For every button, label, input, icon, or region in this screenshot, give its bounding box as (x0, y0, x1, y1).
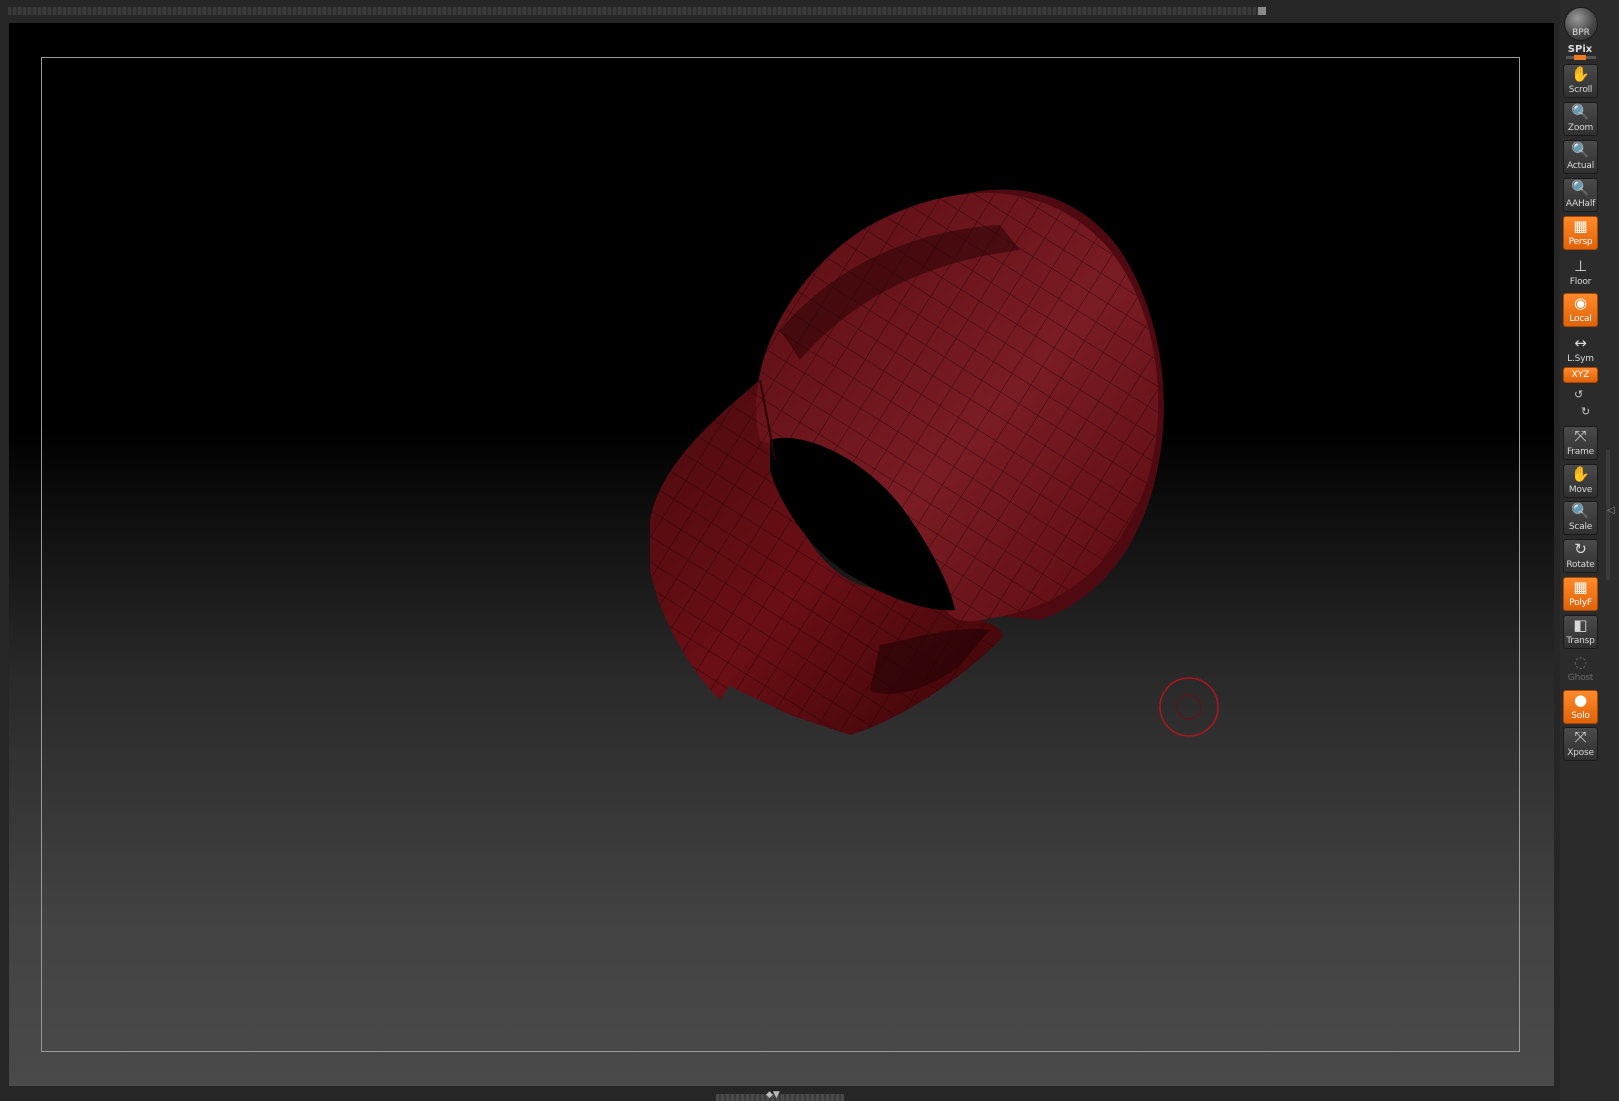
move-button[interactable]: ✋ Move (1563, 464, 1598, 498)
ghost-icon: ◌ (1573, 653, 1588, 671)
ghost-label: Ghost (1567, 673, 1594, 683)
frame-icon: ⤧ (1574, 427, 1587, 445)
transparency-icon: ◧ (1573, 616, 1588, 634)
local-symmetry-icon: ↔ (1574, 334, 1587, 352)
xyz-label: XYZ (1571, 370, 1590, 380)
zbrush-app: ◆▼ ◁ BPR SPix ✋ Scroll 🔍 Zoom 🔍 Actual 🔍 AAHalf… (0, 0, 1619, 1101)
frame-button[interactable]: ⤧ Frame (1563, 426, 1598, 460)
viewport-canvas[interactable] (9, 23, 1554, 1086)
solo-label: Solo (1571, 711, 1590, 721)
floor-button[interactable]: ⊥ Floor (1563, 256, 1598, 290)
floor-icon: ⊥ (1573, 257, 1588, 275)
floor-label: Floor (1569, 277, 1592, 287)
scroll-label: Scroll (1568, 85, 1593, 95)
rotate-z-icon[interactable]: ↻ (1581, 406, 1590, 417)
aahalf-button[interactable]: 🔍 AAHalf (1563, 178, 1598, 212)
hand-move-icon: ✋ (1571, 465, 1590, 483)
frame-label: Frame (1566, 447, 1595, 457)
tray-toggle-arrows-icon[interactable]: ◆▼ (766, 1091, 780, 1100)
xpose-icon: ⤧ (1574, 728, 1587, 746)
magnifier-scale-icon: 🔍 (1571, 502, 1590, 520)
spix-label: SPix (1567, 44, 1593, 55)
bpr-label: BPR (1572, 28, 1590, 38)
actual-label: Actual (1567, 161, 1594, 171)
transp-button[interactable]: ◧ Transp (1563, 615, 1598, 649)
solo-icon: ● (1573, 691, 1588, 709)
polyframe-grid-icon: ▦ (1573, 578, 1588, 596)
magnifier-actual-icon: 🔍 (1571, 141, 1590, 159)
red-tube-mesh-model[interactable] (9, 23, 1554, 1086)
transp-label: Transp (1566, 636, 1595, 646)
xpose-label: Xpose (1567, 748, 1594, 758)
lsym-button[interactable]: ↔ L.Sym (1563, 333, 1598, 367)
local-transform-icon: ◉ (1573, 294, 1588, 312)
spix-slider-fill (1574, 55, 1586, 60)
polyf-label: PolyF (1569, 598, 1592, 608)
xyz-rotate-button[interactable]: XYZ (1563, 367, 1598, 383)
rotate-button[interactable]: ↻ Rotate (1563, 539, 1598, 573)
hand-scroll-icon: ✋ (1571, 65, 1590, 83)
polyf-button[interactable]: ▦ PolyF (1563, 577, 1598, 611)
xpose-button[interactable]: ⤧ Xpose (1563, 727, 1598, 761)
local-label: Local (1569, 314, 1592, 324)
rotate-y-icon[interactable]: ↺ (1574, 389, 1583, 400)
solo-button[interactable]: ● Solo (1563, 690, 1598, 724)
lsym-label: L.Sym (1567, 354, 1594, 364)
move-label: Move (1568, 485, 1593, 495)
magnifier-zoom-icon: 🔍 (1571, 103, 1590, 121)
ghost-button[interactable]: ◌ Ghost (1563, 652, 1598, 686)
perspective-grid-icon: ▦ (1573, 217, 1588, 235)
rotate-label: Rotate (1566, 560, 1595, 570)
shelf-collapse-arrow-icon[interactable]: ◁ (1607, 505, 1615, 516)
magnifier-aahalf-icon: 🔍 (1571, 179, 1590, 197)
top-progress-strip (8, 7, 1262, 15)
top-strip-handle[interactable] (1258, 7, 1266, 15)
zoom-label: Zoom (1567, 123, 1594, 133)
brush-cursor-ring (1159, 677, 1219, 737)
scale-label: Scale (1568, 522, 1593, 532)
persp-label: Persp (1568, 237, 1593, 247)
bottom-tray-handle[interactable] (716, 1094, 844, 1101)
zoom-button[interactable]: 🔍 Zoom (1563, 102, 1598, 136)
scale-button[interactable]: 🔍 Scale (1563, 501, 1598, 535)
rotate-icon: ↻ (1574, 540, 1587, 558)
local-button[interactable]: ◉ Local (1563, 293, 1598, 327)
actual-button[interactable]: 🔍 Actual (1563, 140, 1598, 174)
scroll-button[interactable]: ✋ Scroll (1563, 64, 1598, 98)
persp-button[interactable]: ▦ Persp (1563, 216, 1598, 250)
aahalf-label: AAHalf (1565, 199, 1596, 209)
